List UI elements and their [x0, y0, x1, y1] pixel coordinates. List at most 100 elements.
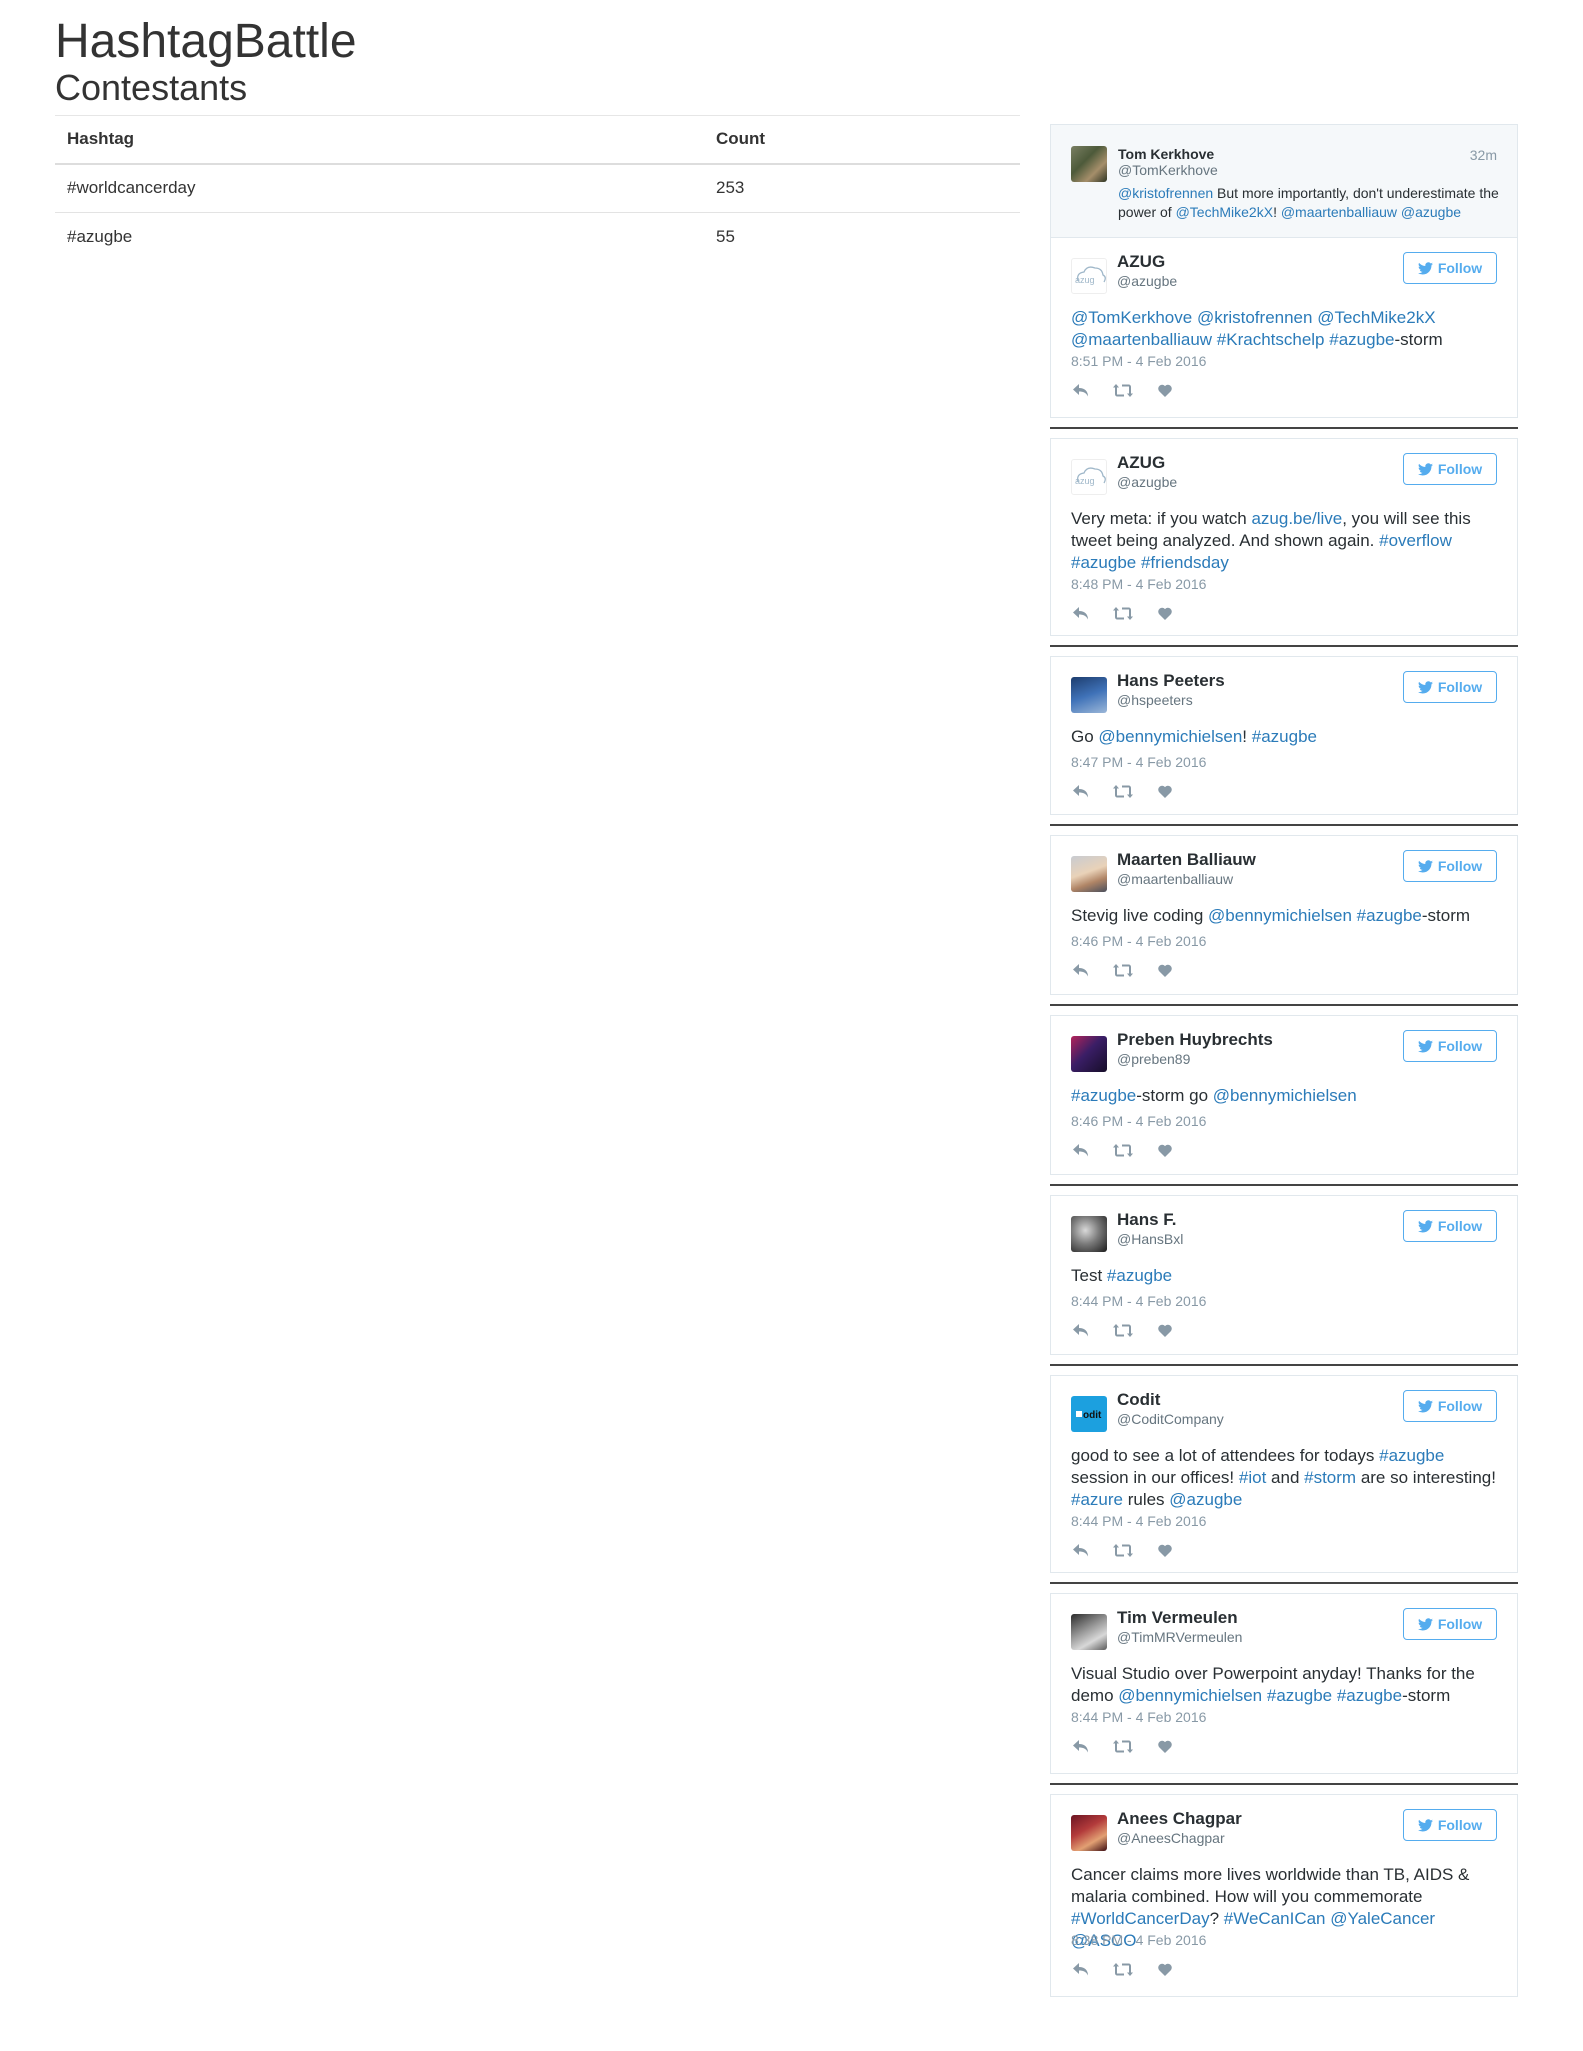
tweet-author-handle[interactable]: @maartenballiauw — [1117, 871, 1233, 887]
tweet-date[interactable]: 8:38 PM - 4 Feb 2016 — [1071, 1932, 1206, 1948]
follow-button[interactable]: Follow — [1403, 1809, 1497, 1841]
reply-icon[interactable] — [1071, 382, 1091, 398]
tweet-author-handle[interactable]: @CoditCompany — [1117, 1411, 1224, 1427]
avatar[interactable] — [1071, 1614, 1107, 1650]
tweet-author-handle[interactable]: @hspeeters — [1117, 692, 1193, 708]
retweet-icon[interactable] — [1113, 382, 1133, 398]
hashtag-link[interactable]: #azugbe — [1107, 1266, 1172, 1285]
like-icon[interactable] — [1155, 1961, 1175, 1977]
follow-button[interactable]: Follow — [1403, 1608, 1497, 1640]
follow-button[interactable]: Follow — [1403, 1390, 1497, 1422]
tweet-date[interactable]: 8:51 PM - 4 Feb 2016 — [1071, 353, 1206, 369]
hashtag-link[interactable]: #azugbe — [1252, 727, 1317, 746]
avatar[interactable] — [1071, 856, 1107, 892]
mention-link[interactable]: @TomKerkhove — [1071, 308, 1192, 327]
reply-icon[interactable] — [1071, 783, 1091, 799]
mention-link[interactable]: @bennymichielsen — [1118, 1686, 1262, 1705]
tweet-author-handle[interactable]: @TimMRVermeulen — [1117, 1629, 1242, 1645]
tweet-time[interactable]: 32m — [1470, 147, 1497, 163]
avatar[interactable]: azug — [1071, 459, 1107, 495]
mention-link[interactable]: @bennymichielsen — [1098, 727, 1242, 746]
follow-button[interactable]: Follow — [1403, 1210, 1497, 1242]
follow-button[interactable]: Follow — [1403, 453, 1497, 485]
mention-link[interactable]: @TechMike2kX — [1176, 204, 1273, 220]
like-icon[interactable] — [1155, 962, 1175, 978]
hashtag-link[interactable]: #storm — [1304, 1468, 1356, 1487]
hashtag-link[interactable]: #Krachtschelp — [1217, 330, 1325, 349]
mention-link[interactable]: @kristofrennen — [1197, 308, 1313, 327]
tweet-author-handle[interactable]: @HansBxl — [1117, 1231, 1183, 1247]
avatar[interactable] — [1071, 677, 1107, 713]
retweet-icon[interactable] — [1113, 1142, 1133, 1158]
follow-button[interactable]: Follow — [1403, 1030, 1497, 1062]
hashtag-link[interactable]: #iot — [1239, 1468, 1266, 1487]
mention-link[interactable]: @TechMike2kX — [1317, 308, 1435, 327]
like-icon[interactable] — [1155, 1322, 1175, 1338]
tweet-date[interactable]: 8:48 PM - 4 Feb 2016 — [1071, 576, 1206, 592]
mention-link[interactable]: @maartenballiauw — [1071, 330, 1212, 349]
avatar[interactable] — [1071, 146, 1107, 182]
tweet-author-name[interactable]: Anees Chagpar — [1117, 1809, 1242, 1829]
hashtag-link[interactable]: #overflow — [1379, 531, 1452, 550]
reply-icon[interactable] — [1071, 1142, 1091, 1158]
tweet-date[interactable]: 8:44 PM - 4 Feb 2016 — [1071, 1709, 1206, 1725]
avatar[interactable] — [1071, 1216, 1107, 1252]
hashtag-link[interactable]: #azugbe — [1071, 1086, 1136, 1105]
hashtag-link[interactable]: #azugbe — [1337, 1686, 1402, 1705]
hashtag-link[interactable]: #friendsday — [1141, 553, 1229, 572]
reply-icon[interactable] — [1071, 605, 1091, 621]
hashtag-link[interactable]: #azugbe — [1329, 330, 1394, 349]
retweet-icon[interactable] — [1113, 1542, 1133, 1558]
mention-link[interactable]: @azugbe — [1169, 1490, 1242, 1509]
tweet-author-name[interactable]: AZUG — [1117, 453, 1165, 473]
tweet-date[interactable]: 8:44 PM - 4 Feb 2016 — [1071, 1513, 1206, 1529]
retweet-icon[interactable] — [1113, 962, 1133, 978]
avatar[interactable] — [1071, 1815, 1107, 1851]
mention-link[interactable]: @kristofrennen — [1118, 185, 1213, 201]
hashtag-link[interactable]: #azure — [1071, 1490, 1123, 1509]
retweet-icon[interactable] — [1113, 1738, 1133, 1754]
hashtag-link[interactable]: #azugbe — [1379, 1446, 1444, 1465]
tweet-author-name[interactable]: Hans F. — [1117, 1210, 1177, 1230]
tweet-author-name[interactable]: Maarten Balliauw — [1117, 850, 1256, 870]
retweet-icon[interactable] — [1113, 1322, 1133, 1338]
reply-icon[interactable] — [1071, 1961, 1091, 1977]
tweet-author-handle[interactable]: @TomKerkhove — [1118, 162, 1218, 178]
avatar[interactable]: odit — [1071, 1396, 1107, 1432]
mention-link[interactable]: @azugbe — [1401, 204, 1461, 220]
like-icon[interactable] — [1155, 382, 1175, 398]
like-icon[interactable] — [1155, 1542, 1175, 1558]
follow-button[interactable]: Follow — [1403, 671, 1497, 703]
reply-icon[interactable] — [1071, 1542, 1091, 1558]
tweet-date[interactable]: 8:46 PM - 4 Feb 2016 — [1071, 1113, 1206, 1129]
hashtag-link[interactable]: #azugbe — [1071, 553, 1136, 572]
tweet-author-name[interactable]: Hans Peeters — [1117, 671, 1225, 691]
retweet-icon[interactable] — [1113, 605, 1133, 621]
reply-icon[interactable] — [1071, 1738, 1091, 1754]
mention-link[interactable]: @YaleCancer — [1330, 1909, 1435, 1928]
like-icon[interactable] — [1155, 1142, 1175, 1158]
tweet-author-name[interactable]: Preben Huybrechts — [1117, 1030, 1273, 1050]
tweet-author-handle[interactable]: @azugbe — [1117, 474, 1177, 490]
tweet-author-name[interactable]: Tim Vermeulen — [1117, 1608, 1238, 1628]
hashtag-link[interactable]: #azugbe — [1267, 1686, 1332, 1705]
reply-icon[interactable] — [1071, 962, 1091, 978]
tweet-author-handle[interactable]: @azugbe — [1117, 273, 1177, 289]
avatar[interactable]: azug — [1071, 258, 1107, 294]
hashtag-link[interactable]: #WorldCancerDay — [1071, 1909, 1210, 1928]
hashtag-link[interactable]: #azugbe — [1357, 906, 1422, 925]
tweet-author-handle[interactable]: @AneesChagpar — [1117, 1830, 1225, 1846]
retweet-icon[interactable] — [1113, 1961, 1133, 1977]
tweet-author-handle[interactable]: @preben89 — [1117, 1051, 1190, 1067]
mention-link[interactable]: @maartenballiauw — [1281, 204, 1397, 220]
avatar[interactable] — [1071, 1036, 1107, 1072]
follow-button[interactable]: Follow — [1403, 850, 1497, 882]
tweet-date[interactable]: 8:46 PM - 4 Feb 2016 — [1071, 933, 1206, 949]
mention-link[interactable]: @bennymichielsen — [1208, 906, 1352, 925]
like-icon[interactable] — [1155, 605, 1175, 621]
like-icon[interactable] — [1155, 783, 1175, 799]
mention-link[interactable]: @bennymichielsen — [1213, 1086, 1357, 1105]
tweet-date[interactable]: 8:44 PM - 4 Feb 2016 — [1071, 1293, 1206, 1309]
retweet-icon[interactable] — [1113, 783, 1133, 799]
tweet-author-name[interactable]: AZUG — [1117, 252, 1165, 272]
